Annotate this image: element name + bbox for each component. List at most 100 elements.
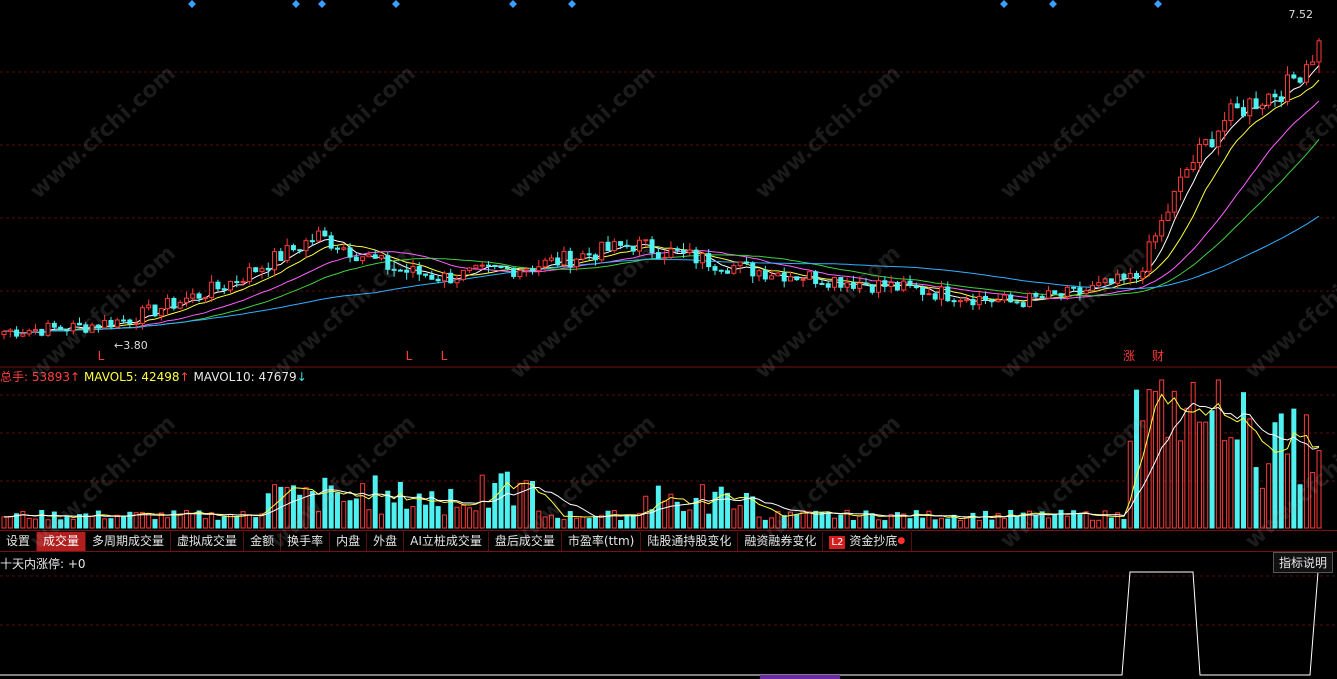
candle-body: [888, 282, 894, 287]
candle-body: [743, 261, 749, 264]
candle-body: [177, 301, 183, 309]
candle-body: [1146, 241, 1152, 272]
candle-body: [869, 284, 875, 293]
candle-body: [303, 240, 309, 252]
candle-body: [857, 282, 863, 289]
candle-body: [1240, 107, 1246, 117]
candle-body: [89, 324, 95, 333]
volume-bar: [655, 485, 661, 529]
volume-bar: [397, 481, 403, 529]
candle-body: [39, 328, 45, 336]
candle-body: [964, 299, 970, 302]
indicator-help-button[interactable]: 指标说明: [1272, 552, 1333, 573]
candle-body: [133, 322, 139, 325]
candle-body: [158, 308, 164, 317]
tab-pe-ttm[interactable]: 市盈率(ttm): [562, 531, 642, 551]
candle-body: [1152, 235, 1158, 243]
volume-bar: [555, 517, 561, 529]
volume-bar: [907, 518, 913, 529]
candle-body: [253, 267, 259, 273]
candle-body: [913, 284, 919, 289]
volume-bar: [1064, 515, 1070, 529]
candle-body: [706, 253, 712, 268]
candle-body: [1196, 143, 1202, 164]
candle-body: [95, 324, 101, 329]
tab-bottom-fishing[interactable]: L2 资金抄底●: [823, 531, 913, 551]
candle-body: [523, 268, 529, 271]
tab-margin-trading[interactable]: 融资融券变化: [738, 531, 824, 551]
candle-body: [51, 322, 57, 328]
volume-bar: [498, 473, 504, 529]
tab-turnover-rate[interactable]: 换手率: [281, 531, 331, 551]
volume-bar: [190, 513, 196, 529]
candle-body: [334, 247, 340, 250]
tab-inner-volume[interactable]: 内盘: [330, 531, 368, 551]
volume-bar: [580, 516, 586, 529]
volume-bar: [731, 508, 737, 529]
volume-bar: [423, 504, 429, 529]
candle-body: [1247, 98, 1253, 117]
volume-bar: [1297, 484, 1303, 529]
volume-bar: [372, 475, 378, 529]
tab-after-hours-volume[interactable]: 盘后成交量: [489, 531, 562, 551]
volume-bar: [1285, 453, 1291, 529]
candle-body: [737, 261, 743, 267]
volume-bar: [70, 518, 76, 529]
candle-body: [1303, 64, 1309, 83]
volume-bar: [706, 513, 712, 529]
candle-body: [1222, 120, 1228, 132]
volume-bar: [448, 488, 454, 529]
volume-bar: [832, 517, 838, 529]
tab-volume[interactable]: 成交量: [37, 531, 87, 551]
candle-body: [894, 282, 900, 291]
candle-body: [555, 257, 561, 266]
candle-body: [1020, 302, 1026, 308]
volume-bar: [1234, 439, 1240, 529]
volume-bar: [561, 519, 567, 529]
volume-bar: [794, 514, 800, 529]
tab-outer-volume[interactable]: 外盘: [367, 531, 405, 551]
volume-bar: [762, 519, 768, 529]
tab-amount[interactable]: 金额: [244, 531, 282, 551]
candle-body: [284, 245, 290, 261]
candle-body: [731, 265, 737, 274]
volume-bar: [769, 517, 775, 529]
candle-body: [806, 271, 812, 280]
candle-body: [1121, 273, 1127, 279]
tab-settings[interactable]: 设置: [0, 531, 38, 551]
candle-body: [1297, 77, 1303, 83]
tab-virtual-volume[interactable]: 虚拟成交量: [171, 531, 245, 551]
candle-body: [14, 329, 20, 337]
tab-ai-volume[interactable]: AI立桩成交量: [404, 531, 489, 551]
volume-bar: [1171, 390, 1177, 529]
tab-northbound-holding[interactable]: 陆股通持股变化: [641, 531, 739, 551]
price-high-label: 7.52: [1288, 8, 1314, 21]
volume-bar: [838, 514, 844, 529]
candle-body: [221, 288, 227, 291]
limit-up-indicator-line: [0, 571, 1322, 676]
signal-marker: L: [98, 349, 105, 363]
candle-body: [1115, 273, 1121, 284]
candle-body: [196, 293, 202, 299]
candle-body: [1, 330, 7, 336]
volume-bar: [410, 506, 416, 529]
candle-body: [429, 274, 435, 280]
candle-body: [26, 330, 32, 335]
candle-body: [441, 272, 447, 282]
candle-body: [165, 297, 171, 310]
volume-bar: [913, 510, 919, 529]
volume-bar: [165, 517, 171, 529]
new-dot-icon: ●: [897, 535, 906, 546]
volume-bar: [681, 511, 687, 529]
volume-bar: [322, 477, 328, 529]
candle-body: [492, 264, 498, 268]
volume-bar: [548, 514, 554, 529]
volume-bar: [177, 513, 183, 529]
ma30-line: [3, 138, 1320, 334]
volume-bar: [1316, 450, 1322, 529]
candle-body: [926, 293, 932, 296]
candle-body: [360, 256, 366, 262]
candle-body: [787, 276, 793, 282]
volume-bar: [712, 491, 718, 529]
tab-multi-period-volume[interactable]: 多周期成交量: [86, 531, 172, 551]
